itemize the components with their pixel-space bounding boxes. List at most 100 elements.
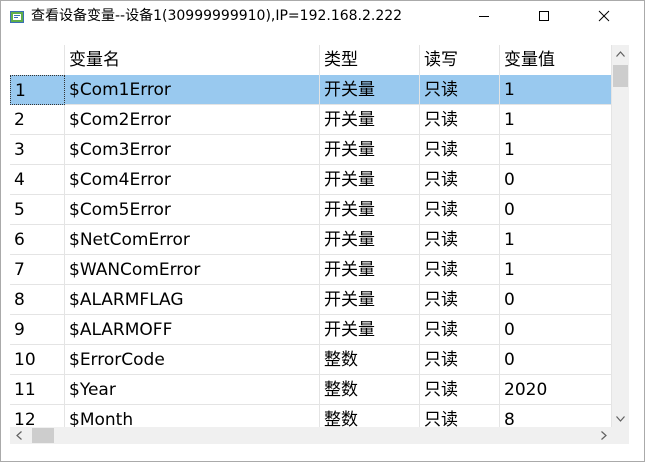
row-index: 2 [10,105,65,135]
row-read-write: 只读 [420,165,500,195]
row-variable-name: $Year [65,375,320,405]
column-header-read-write[interactable]: 读写 [420,45,500,75]
row-variable-name: $Com3Error [65,135,320,165]
row-index: 11 [10,375,65,405]
row-variable-name: $ALARMOFF [65,315,320,345]
column-header-variable-name[interactable]: 变量名 [65,45,320,75]
row-index: 12 [10,405,65,427]
table-row[interactable]: 2 $Com2Error 开关量 只读 1 [10,105,612,135]
row-read-write: 只读 [420,195,500,225]
horizontal-scroll-thumb[interactable] [32,428,54,443]
maximize-button[interactable] [521,1,567,31]
row-read-write: 只读 [420,375,500,405]
row-read-write: 只读 [420,105,500,135]
row-value: 1 [500,135,612,165]
device-variables-window: 查看设备变量--设备1(30999999910),IP=192.168.2.22… [0,0,645,462]
minimize-icon [479,16,489,17]
scroll-left-button[interactable] [10,427,27,444]
row-index: 9 [10,315,65,345]
table-row[interactable]: 8 $ALARMFLAG 开关量 只读 0 [10,285,612,315]
row-read-write: 只读 [420,285,500,315]
column-header-type[interactable]: 类型 [320,45,420,75]
row-variable-name: $Com2Error [65,105,320,135]
scroll-down-button[interactable] [612,410,629,427]
row-read-write: 只读 [420,225,500,255]
row-variable-name: $ErrorCode [65,345,320,375]
row-value: 0 [500,195,612,225]
row-index: 5 [10,195,65,225]
table-row[interactable]: 7 $WANComError 开关量 只读 1 [10,255,612,285]
title-bar[interactable]: 查看设备变量--设备1(30999999910),IP=192.168.2.22… [1,1,644,31]
row-index: 1 [10,75,65,105]
row-value: 0 [500,345,612,375]
scroll-right-button[interactable] [595,427,612,444]
row-variable-name: $ALARMFLAG [65,285,320,315]
table-row[interactable]: 3 $Com3Error 开关量 只读 1 [10,135,612,165]
row-index: 7 [10,255,65,285]
row-read-write: 只读 [420,75,500,105]
row-index: 8 [10,285,65,315]
row-type: 整数 [320,375,420,405]
row-index: 10 [10,345,65,375]
table-row[interactable]: 6 $NetComError 开关量 只读 1 [10,225,612,255]
row-variable-name: $WANComError [65,255,320,285]
table-row[interactable]: 9 $ALARMOFF 开关量 只读 0 [10,315,612,345]
chevron-right-icon [600,431,607,440]
row-value: 0 [500,285,612,315]
table-header: 变量名 类型 读写 变量值 [10,45,612,75]
chevron-left-icon [15,431,22,440]
row-index: 4 [10,165,65,195]
chevron-up-icon [616,50,625,57]
row-index: 6 [10,225,65,255]
row-read-write: 只读 [420,135,500,165]
scroll-up-button[interactable] [612,45,629,62]
table-row[interactable]: 11 $Year 整数 只读 2020 [10,375,612,405]
row-type: 开关量 [320,285,420,315]
row-type: 开关量 [320,255,420,285]
device-variables-app-icon [10,11,24,23]
row-value: 1 [500,75,612,105]
row-variable-name: $Com5Error [65,195,320,225]
table-row[interactable]: 4 $Com4Error 开关量 只读 0 [10,165,612,195]
table-row[interactable]: 1 $Com1Error 开关量 只读 1 [10,75,612,105]
row-type: 开关量 [320,75,420,105]
row-type: 整数 [320,345,420,375]
row-value: 0 [500,165,612,195]
table-row[interactable]: 5 $Com5Error 开关量 只读 0 [10,195,612,225]
row-read-write: 只读 [420,405,500,427]
minimize-button[interactable] [461,1,507,31]
scrollbar-corner [612,427,629,444]
vertical-scrollbar[interactable] [612,45,629,427]
row-type: 开关量 [320,135,420,165]
column-header-value[interactable]: 变量值 [500,45,612,75]
table-row[interactable]: 12 $Month 整数 只读 8 [10,405,612,427]
vertical-scroll-thumb[interactable] [613,65,628,87]
row-type: 开关量 [320,195,420,225]
window-title: 查看设备变量--设备1(30999999910),IP=192.168.2.22… [31,8,403,24]
chevron-down-icon [616,415,625,422]
row-read-write: 只读 [420,345,500,375]
row-read-write: 只读 [420,315,500,345]
table-row[interactable]: 10 $ErrorCode 整数 只读 0 [10,345,612,375]
row-type: 开关量 [320,165,420,195]
close-icon [598,10,610,22]
row-variable-name: $Com1Error [65,75,320,105]
row-variable-name: $Com4Error [65,165,320,195]
maximize-icon [539,11,549,21]
row-variable-name: $NetComError [65,225,320,255]
row-value: 1 [500,225,612,255]
horizontal-scrollbar[interactable] [10,427,612,444]
close-button[interactable] [581,1,627,31]
row-value: 1 [500,105,612,135]
column-header-index[interactable] [10,45,65,75]
row-value: 8 [500,405,612,427]
variables-table[interactable]: 变量名 类型 读写 变量值 1 $Com1Error 开关量 只读 1 2 $Com2Err… [10,45,612,427]
row-type: 开关量 [320,225,420,255]
row-read-write: 只读 [420,255,500,285]
row-value: 2020 [500,375,612,405]
row-type: 开关量 [320,315,420,345]
row-value: 1 [500,255,612,285]
row-index: 3 [10,135,65,165]
row-type: 开关量 [320,105,420,135]
row-variable-name: $Month [65,405,320,427]
